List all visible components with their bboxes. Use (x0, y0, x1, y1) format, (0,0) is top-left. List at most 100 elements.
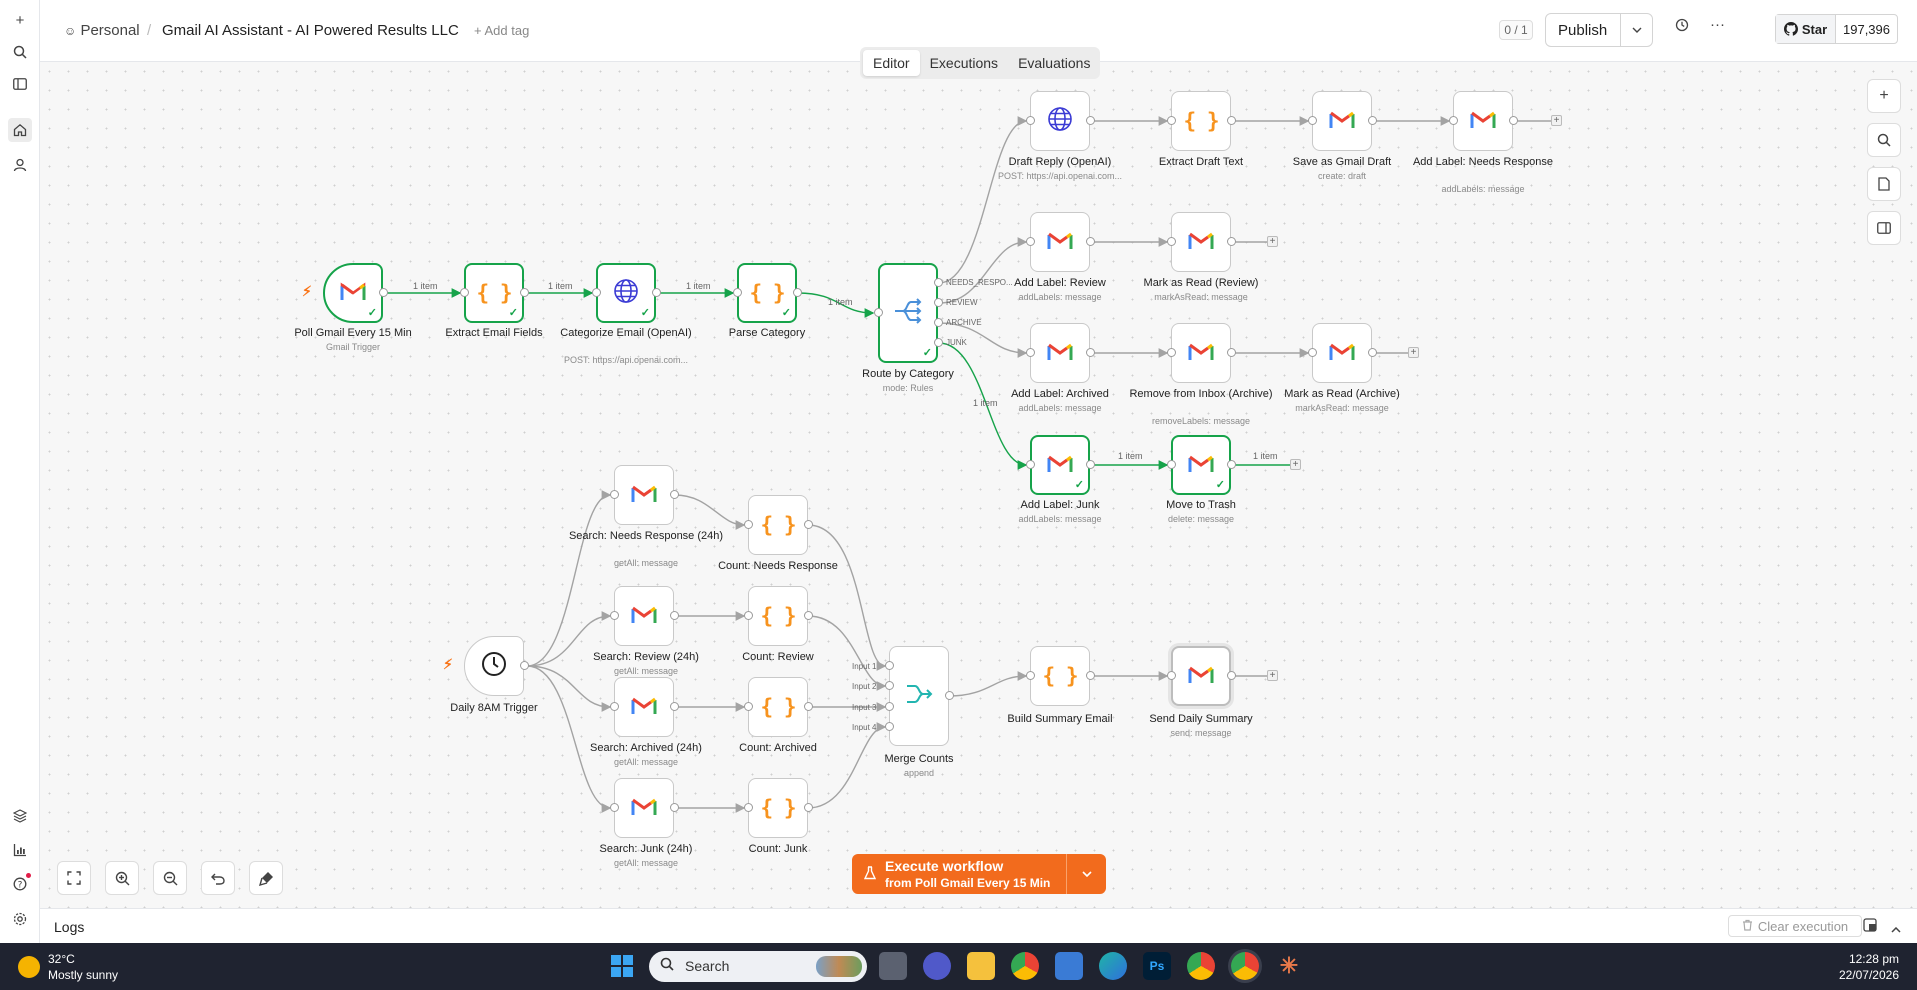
templates-icon[interactable] (8, 804, 32, 828)
chevron-down-icon[interactable] (1620, 14, 1652, 46)
node-mark-read-review[interactable] (1171, 212, 1231, 272)
workflow-name[interactable]: Gmail AI Assistant - AI Powered Results … (162, 22, 459, 39)
input-handle[interactable] (460, 288, 469, 297)
input-handle[interactable] (1308, 348, 1317, 357)
node-count-needs-response[interactable]: { } (748, 495, 808, 555)
input-handle[interactable] (733, 288, 742, 297)
teams-icon[interactable] (923, 952, 951, 980)
output-handle[interactable] (934, 318, 943, 327)
input-handle[interactable] (885, 661, 894, 670)
output-handle[interactable] (670, 611, 679, 620)
node-mark-read-archive[interactable] (1312, 323, 1372, 383)
output-handle[interactable] (793, 288, 802, 297)
node-extract-draft-text[interactable]: { } (1171, 91, 1231, 151)
output-handle[interactable] (804, 611, 813, 620)
output-handle[interactable] (804, 803, 813, 812)
node-count-review[interactable]: { } (748, 586, 808, 646)
node-categorize-email[interactable]: ✓ (596, 263, 656, 323)
node-add-label-junk[interactable]: ✓ (1030, 435, 1090, 495)
tab-evaluations[interactable]: Evaluations (1008, 50, 1100, 76)
output-handle[interactable] (520, 288, 529, 297)
input-handle[interactable] (610, 490, 619, 499)
sticky-note-icon[interactable] (1867, 167, 1901, 201)
node-search-junk[interactable] (614, 778, 674, 838)
output-handle[interactable] (1368, 348, 1377, 357)
logs-title[interactable]: Logs (54, 919, 84, 935)
node-search-needs-response[interactable] (614, 465, 674, 525)
chrome-icon[interactable] (1011, 952, 1039, 980)
tidy-up-icon[interactable] (249, 861, 283, 895)
input-handle[interactable] (1167, 116, 1176, 125)
output-handle[interactable] (1227, 460, 1236, 469)
input-handle[interactable] (1026, 116, 1035, 125)
input-handle[interactable] (610, 803, 619, 812)
input-handle[interactable] (1026, 348, 1035, 357)
output-handle[interactable] (1086, 460, 1095, 469)
github-star-button[interactable]: Star (1776, 15, 1836, 43)
output-handle[interactable] (934, 278, 943, 287)
output-handle[interactable] (1086, 671, 1095, 680)
input-handle[interactable] (744, 803, 753, 812)
output-handle[interactable] (520, 661, 529, 670)
input-handle[interactable] (1026, 237, 1035, 246)
search-icon[interactable] (8, 40, 32, 64)
insights-icon[interactable] (8, 838, 32, 862)
tab-executions[interactable]: Executions (920, 50, 1008, 76)
output-handle[interactable] (1086, 348, 1095, 357)
home-icon[interactable] (8, 118, 32, 142)
input-handle[interactable] (1167, 671, 1176, 680)
add-node-button[interactable]: + (1267, 670, 1278, 681)
user-icon[interactable] (8, 153, 32, 177)
node-remove-from-inbox[interactable] (1171, 323, 1231, 383)
help-icon[interactable]: ? (8, 872, 32, 896)
node-count-junk[interactable]: { } (748, 778, 808, 838)
node-count-archived[interactable]: { } (748, 677, 808, 737)
claude-icon[interactable]: ✳ (1275, 952, 1303, 980)
photoshop-icon[interactable]: Ps (1143, 952, 1171, 980)
input-handle[interactable] (874, 308, 883, 317)
chrome-profile-icon[interactable] (1187, 952, 1215, 980)
input-handle[interactable] (885, 722, 894, 731)
zoom-in-icon[interactable] (105, 861, 139, 895)
input-handle[interactable] (885, 702, 894, 711)
settings-gear-icon[interactable] (8, 907, 32, 931)
output-handle[interactable] (1086, 116, 1095, 125)
add-node-plus-icon[interactable]: + (1867, 79, 1901, 113)
tab-editor[interactable]: Editor (863, 50, 920, 76)
node-merge-counts[interactable] (889, 646, 949, 746)
popout-icon[interactable] (1863, 918, 1877, 937)
output-handle[interactable] (670, 490, 679, 499)
add-node-button[interactable]: + (1551, 115, 1562, 126)
input-handle[interactable] (1449, 116, 1458, 125)
output-handle[interactable] (1227, 671, 1236, 680)
node-poll-gmail[interactable]: ✓ (323, 263, 383, 323)
input-handle[interactable] (744, 702, 753, 711)
taskbar-search[interactable]: Search (649, 951, 867, 982)
output-handle[interactable] (670, 803, 679, 812)
input-handle[interactable] (1026, 460, 1035, 469)
chevron-up-icon[interactable] (1891, 920, 1901, 938)
input-handle[interactable] (1026, 671, 1035, 680)
output-handle[interactable] (945, 691, 954, 700)
output-handle[interactable] (804, 702, 813, 711)
github-star-widget[interactable]: Star 197,396 (1775, 14, 1898, 44)
node-save-gmail-draft[interactable] (1312, 91, 1372, 151)
workflow-canvas[interactable] (40, 62, 1917, 908)
edge-icon[interactable] (1099, 952, 1127, 980)
node-search-archived[interactable] (614, 677, 674, 737)
input-handle[interactable] (1167, 348, 1176, 357)
output-handle[interactable] (804, 520, 813, 529)
node-add-label-archived[interactable] (1030, 323, 1090, 383)
fit-view-icon[interactable] (57, 861, 91, 895)
add-tag-button[interactable]: + Add tag (474, 23, 529, 38)
system-clock[interactable]: 12:28 pm 22/07/2026 (1839, 951, 1899, 983)
clear-execution-button[interactable]: Clear execution (1728, 915, 1862, 937)
windows-start-icon[interactable] (608, 952, 636, 980)
input-handle[interactable] (744, 611, 753, 620)
output-handle[interactable] (652, 288, 661, 297)
output-handle[interactable] (670, 702, 679, 711)
history-icon[interactable] (1675, 18, 1689, 36)
input-handle[interactable] (610, 611, 619, 620)
more-options-icon[interactable]: ··· (1710, 16, 1725, 33)
output-handle[interactable] (1086, 237, 1095, 246)
